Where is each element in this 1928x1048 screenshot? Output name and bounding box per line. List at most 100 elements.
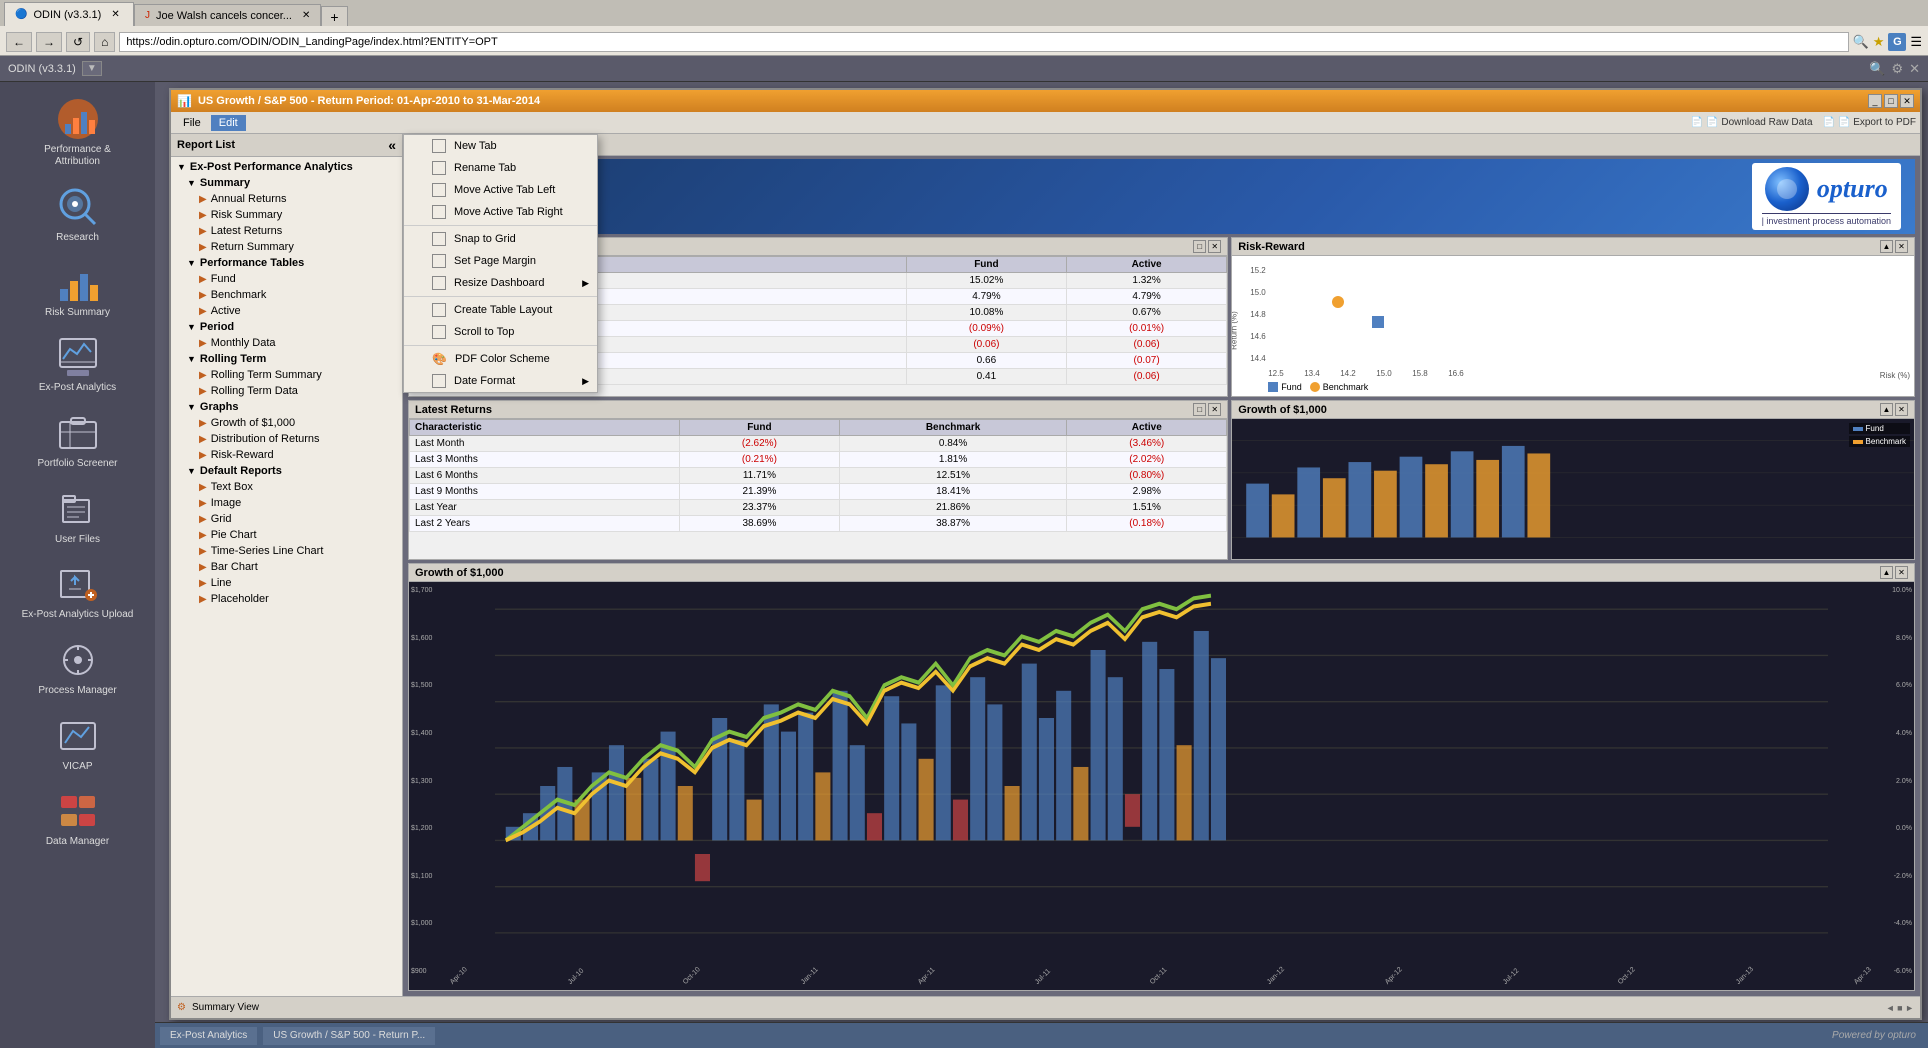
portfolio-icon — [55, 410, 101, 456]
lr-close-btn[interactable]: ✕ — [1208, 403, 1221, 416]
tree-item-rolling-data[interactable]: ▶ Rolling Term Data — [171, 383, 402, 399]
lr-expand-btn[interactable]: □ — [1193, 403, 1206, 416]
dropdown-item-move-right[interactable]: Move Active Tab Right — [404, 201, 597, 223]
tree-item-default[interactable]: ▼ Default Reports — [171, 463, 402, 479]
sidebar-item-data-manager[interactable]: Data Manager — [5, 782, 150, 854]
app-dropdown-btn[interactable]: ▼ — [82, 61, 102, 76]
browser-tab-odin[interactable]: 🔵 ODIN (v3.3.1) ✕ — [4, 2, 134, 26]
tree-item-benchmark[interactable]: ▶ Benchmark — [171, 287, 402, 303]
dropdown-item-page-margin[interactable]: Set Page Margin — [404, 250, 597, 272]
tree-item-annual[interactable]: ▶ Annual Returns — [171, 191, 402, 207]
tree-item-bar[interactable]: ▶ Bar Chart — [171, 559, 402, 575]
taskbar-btn-growth[interactable]: US Growth / S&P 500 - Return P... — [262, 1026, 436, 1046]
sidebar-item-user-files[interactable]: User Files — [5, 480, 150, 551]
resize-icon — [432, 276, 446, 290]
tree-item-placeholder[interactable]: ▶ Placeholder — [171, 591, 402, 607]
sidebar-item-ex-post-upload[interactable]: Ex-Post Analytics Upload — [5, 555, 150, 627]
gl-close-btn[interactable]: ✕ — [1895, 566, 1908, 579]
dropdown-item-date-format[interactable]: Date Format ▶ — [404, 370, 597, 392]
menu-edit[interactable]: Edit — [211, 115, 246, 131]
taskbar-btn-expost[interactable]: Ex-Post Analytics — [159, 1026, 258, 1046]
tree-item-monthly[interactable]: ▶ Monthly Data — [171, 335, 402, 351]
search-app-icon[interactable]: 🔍 — [1869, 61, 1885, 77]
dropdown-item-scroll-top[interactable]: Scroll to Top — [404, 321, 597, 343]
window-maximize[interactable]: □ — [1884, 94, 1898, 108]
g-icon: G — [1888, 33, 1906, 51]
gs-expand-btn[interactable]: ▲ — [1880, 403, 1893, 416]
tree-item-graphs[interactable]: ▼ Graphs — [171, 399, 402, 415]
table-row: Last Month(2.62%)0.84%(3.46%) — [410, 436, 1227, 452]
new-tab-button[interactable]: + — [321, 6, 347, 26]
tree-item-expost[interactable]: ▼ Ex-Post Performance Analytics — [171, 159, 402, 175]
tree-item-growth1000[interactable]: ▶ Growth of $1,000 — [171, 415, 402, 431]
tree-item-image[interactable]: ▶ Image — [171, 495, 402, 511]
tree-item-period[interactable]: ▼ Period — [171, 319, 402, 335]
table-row: Last 3 Months(0.21%)1.81%(2.02%) — [410, 452, 1227, 468]
dropdown-item-table-layout[interactable]: Create Table Layout — [404, 299, 597, 321]
tab-joe-close[interactable]: ✕ — [302, 10, 310, 21]
menu-icon[interactable]: ☰ — [1910, 34, 1922, 50]
menu-file[interactable]: File — [175, 115, 209, 131]
window-minimize[interactable]: _ — [1868, 94, 1882, 108]
arrow-rolling-summary: ▶ — [199, 370, 207, 381]
tree-item-risk-reward[interactable]: ▶ Risk-Reward — [171, 447, 402, 463]
tree-item-latest[interactable]: ▶ Latest Returns — [171, 223, 402, 239]
sidebar-item-vicap[interactable]: VICAP — [5, 707, 150, 778]
url-bar[interactable] — [119, 32, 1848, 52]
back-button[interactable]: ← — [6, 32, 32, 52]
window-close[interactable]: ✕ — [1900, 94, 1914, 108]
tree-item-rolling[interactable]: ▼ Rolling Term — [171, 351, 402, 367]
tree-item-summary[interactable]: ▼ Summary — [171, 175, 402, 191]
sidebar-item-risk-summary[interactable]: Risk Summary — [5, 253, 150, 324]
tree-item-perf-tables[interactable]: ▼ Performance Tables — [171, 255, 402, 271]
tree-item-fund[interactable]: ▶ Fund — [171, 271, 402, 287]
panel-collapse-btn[interactable]: « — [388, 137, 396, 153]
download-raw-data-btn[interactable]: 📄 📄 Download Raw Data — [1691, 117, 1813, 128]
close-app-icon[interactable]: ✕ — [1909, 61, 1920, 77]
risk-expand-btn[interactable]: □ — [1193, 240, 1206, 253]
dropdown-item-rename-tab[interactable]: Rename Tab — [404, 157, 597, 179]
growth-large-widget: Growth of $1,000 ▲ ✕ $1,700 $1 — [408, 563, 1915, 991]
tab-odin-label: ODIN (v3.3.1) — [33, 9, 101, 21]
sidebar-item-portfolio[interactable]: Portfolio Screener — [5, 404, 150, 476]
tree-item-pie[interactable]: ▶ Pie Chart — [171, 527, 402, 543]
sidebar-item-perf-attr[interactable]: Performance &Attribution — [5, 90, 150, 174]
download-icon: 📄 — [1691, 117, 1703, 128]
tree-item-active[interactable]: ▶ Active — [171, 303, 402, 319]
tree-item-textbox[interactable]: ▶ Text Box — [171, 479, 402, 495]
dropdown-item-move-left[interactable]: Move Active Tab Left — [404, 179, 597, 201]
dropdown-item-new-tab[interactable]: New Tab — [404, 135, 597, 157]
tree-item-rolling-summary[interactable]: ▶ Rolling Term Summary — [171, 367, 402, 383]
process-label: Process Manager — [38, 685, 116, 697]
rr-close-btn[interactable]: ✕ — [1895, 240, 1908, 253]
risk-close-btn[interactable]: ✕ — [1208, 240, 1221, 253]
window-title: US Growth / S&P 500 - Return Period: 01-… — [198, 95, 540, 107]
dropdown-item-resize[interactable]: Resize Dashboard ▶ — [404, 272, 597, 294]
sidebar-item-ex-post[interactable]: Ex-Post Analytics — [5, 328, 150, 400]
sidebar-item-research[interactable]: Research — [5, 178, 150, 249]
refresh-button[interactable]: ↺ — [66, 32, 90, 52]
gs-close-btn[interactable]: ✕ — [1895, 403, 1908, 416]
home-button[interactable]: ⌂ — [94, 32, 115, 52]
tree-item-timeseries[interactable]: ▶ Time-Series Line Chart — [171, 543, 402, 559]
tree-item-dist-returns[interactable]: ▶ Distribution of Returns — [171, 431, 402, 447]
dropdown-item-pdf-color[interactable]: 🎨 PDF Color Scheme — [404, 348, 597, 370]
dropdown-item-snap-grid[interactable]: Snap to Grid — [404, 228, 597, 250]
rr-expand-btn[interactable]: ▲ — [1880, 240, 1893, 253]
table-row: Last Year23.37%21.86%1.51% — [410, 500, 1227, 516]
export-pdf-btn[interactable]: 📄 📄 Export to PDF — [1823, 117, 1916, 128]
tab-odin-close[interactable]: ✕ — [111, 9, 119, 20]
tree-item-return-summary[interactable]: ▶ Return Summary — [171, 239, 402, 255]
forward-button[interactable]: → — [36, 32, 62, 52]
browser-tab-joe[interactable]: J Joe Walsh cancels concer... ✕ — [134, 4, 321, 26]
settings-icon[interactable]: ⚙ — [1891, 61, 1903, 77]
tree-item-risk[interactable]: ▶ Risk Summary — [171, 207, 402, 223]
tree-item-grid[interactable]: ▶ Grid — [171, 511, 402, 527]
folder-toggle-period: ▼ — [187, 322, 196, 332]
sidebar-item-process[interactable]: Process Manager — [5, 631, 150, 703]
submenu-arrow-resize: ▶ — [582, 278, 589, 289]
gl-expand-btn[interactable]: ▲ — [1880, 566, 1893, 579]
status-text: Summary View — [192, 1002, 259, 1013]
tree-item-line[interactable]: ▶ Line — [171, 575, 402, 591]
tree-root: ▼ Ex-Post Performance Analytics ▼ Summar… — [171, 157, 402, 609]
